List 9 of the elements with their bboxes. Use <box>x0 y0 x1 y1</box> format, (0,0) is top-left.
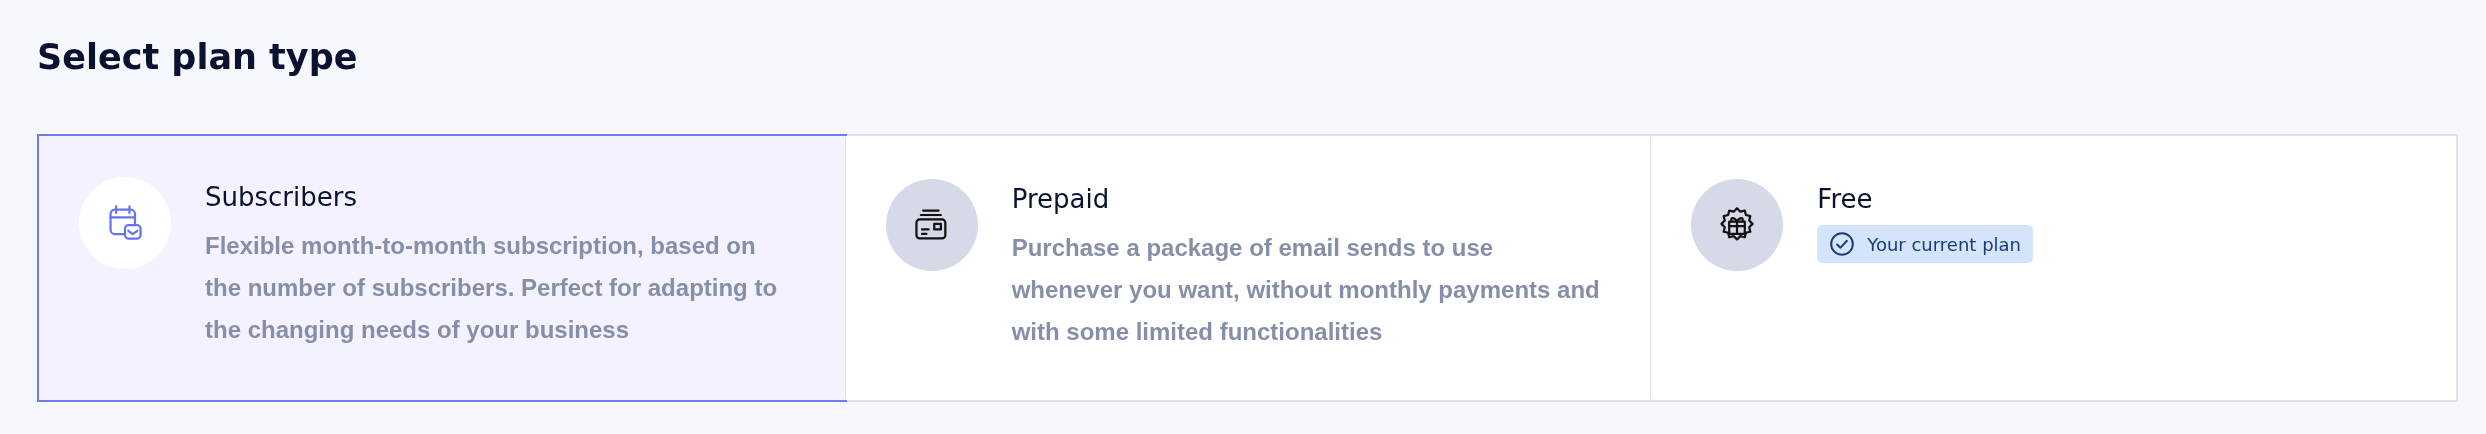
plan-card[interactable]: Subscribers Flexible month-to-month subscription, based on the number of subscribers. Perfect for adapting to the changing needs of your business <box>37 134 847 402</box>
current-plan-badge: Your current plan <box>1817 225 2033 263</box>
plan-name: Free <box>1817 183 1873 216</box>
plan-description: Flexible month-to-month subscription, based on the number of subscribers. Perfect for adapting to the changing needs of your business <box>205 231 779 345</box>
plan-name: Subscribers <box>205 181 357 214</box>
check-circle-icon <box>1829 231 1856 257</box>
plan-name: Prepaid <box>1011 183 1110 216</box>
plan-description: Purchase a package of email sends to use whenever you want, without monthly payments and with some limited functionalities <box>1011 233 1601 347</box>
page-title: Select plan type <box>37 36 359 79</box>
